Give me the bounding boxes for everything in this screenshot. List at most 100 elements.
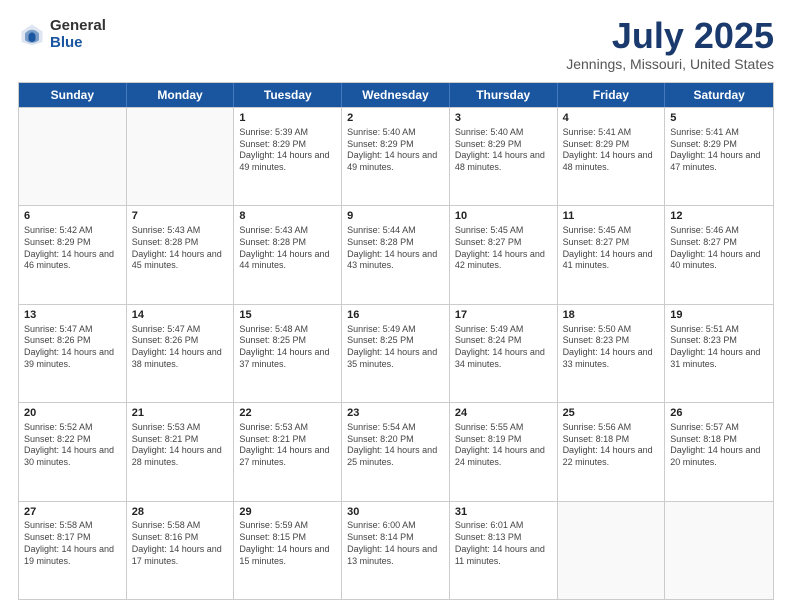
day-number: 5 xyxy=(670,111,768,126)
header-day-wednesday: Wednesday xyxy=(342,83,450,107)
calendar-cell xyxy=(127,108,235,205)
cell-text: Sunrise: 5:41 AMSunset: 8:29 PMDaylight:… xyxy=(670,127,768,174)
day-number: 19 xyxy=(670,308,768,323)
calendar-cell: 8Sunrise: 5:43 AMSunset: 8:28 PMDaylight… xyxy=(234,206,342,303)
cell-text: Sunrise: 5:42 AMSunset: 8:29 PMDaylight:… xyxy=(24,225,121,272)
cell-text: Sunrise: 6:00 AMSunset: 8:14 PMDaylight:… xyxy=(347,520,444,567)
calendar-cell xyxy=(19,108,127,205)
cell-text: Sunrise: 5:52 AMSunset: 8:22 PMDaylight:… xyxy=(24,422,121,469)
logo-text: General Blue xyxy=(50,18,106,51)
calendar-cell: 7Sunrise: 5:43 AMSunset: 8:28 PMDaylight… xyxy=(127,206,235,303)
day-number: 31 xyxy=(455,505,552,520)
calendar-cell: 28Sunrise: 5:58 AMSunset: 8:16 PMDayligh… xyxy=(127,502,235,599)
logo-icon xyxy=(18,21,46,49)
cell-text: Sunrise: 5:53 AMSunset: 8:21 PMDaylight:… xyxy=(239,422,336,469)
day-number: 28 xyxy=(132,505,229,520)
cell-text: Sunrise: 5:50 AMSunset: 8:23 PMDaylight:… xyxy=(563,324,660,371)
header-day-sunday: Sunday xyxy=(19,83,127,107)
cell-text: Sunrise: 5:56 AMSunset: 8:18 PMDaylight:… xyxy=(563,422,660,469)
header-day-thursday: Thursday xyxy=(450,83,558,107)
day-number: 15 xyxy=(239,308,336,323)
day-number: 17 xyxy=(455,308,552,323)
day-number: 7 xyxy=(132,209,229,224)
calendar-cell: 10Sunrise: 5:45 AMSunset: 8:27 PMDayligh… xyxy=(450,206,558,303)
calendar-cell: 12Sunrise: 5:46 AMSunset: 8:27 PMDayligh… xyxy=(665,206,773,303)
calendar-cell: 25Sunrise: 5:56 AMSunset: 8:18 PMDayligh… xyxy=(558,403,666,500)
calendar-row-4: 20Sunrise: 5:52 AMSunset: 8:22 PMDayligh… xyxy=(19,402,773,500)
calendar-cell: 5Sunrise: 5:41 AMSunset: 8:29 PMDaylight… xyxy=(665,108,773,205)
calendar-cell: 1Sunrise: 5:39 AMSunset: 8:29 PMDaylight… xyxy=(234,108,342,205)
cell-text: Sunrise: 5:53 AMSunset: 8:21 PMDaylight:… xyxy=(132,422,229,469)
calendar-cell: 21Sunrise: 5:53 AMSunset: 8:21 PMDayligh… xyxy=(127,403,235,500)
calendar-cell: 17Sunrise: 5:49 AMSunset: 8:24 PMDayligh… xyxy=(450,305,558,402)
page: General Blue July 2025 Jennings, Missour… xyxy=(0,0,792,612)
cell-text: Sunrise: 5:39 AMSunset: 8:29 PMDaylight:… xyxy=(239,127,336,174)
logo-general: General xyxy=(50,18,106,35)
cell-text: Sunrise: 5:57 AMSunset: 8:18 PMDaylight:… xyxy=(670,422,768,469)
calendar-cell: 26Sunrise: 5:57 AMSunset: 8:18 PMDayligh… xyxy=(665,403,773,500)
cell-text: Sunrise: 5:51 AMSunset: 8:23 PMDaylight:… xyxy=(670,324,768,371)
calendar-cell: 6Sunrise: 5:42 AMSunset: 8:29 PMDaylight… xyxy=(19,206,127,303)
day-number: 3 xyxy=(455,111,552,126)
calendar-cell: 30Sunrise: 6:00 AMSunset: 8:14 PMDayligh… xyxy=(342,502,450,599)
day-number: 4 xyxy=(563,111,660,126)
header-day-saturday: Saturday xyxy=(665,83,773,107)
day-number: 26 xyxy=(670,406,768,421)
calendar-cell: 24Sunrise: 5:55 AMSunset: 8:19 PMDayligh… xyxy=(450,403,558,500)
calendar-row-2: 6Sunrise: 5:42 AMSunset: 8:29 PMDaylight… xyxy=(19,205,773,303)
day-number: 11 xyxy=(563,209,660,224)
cell-text: Sunrise: 5:40 AMSunset: 8:29 PMDaylight:… xyxy=(347,127,444,174)
calendar-body: 1Sunrise: 5:39 AMSunset: 8:29 PMDaylight… xyxy=(19,107,773,599)
calendar-cell: 11Sunrise: 5:45 AMSunset: 8:27 PMDayligh… xyxy=(558,206,666,303)
day-number: 6 xyxy=(24,209,121,224)
cell-text: Sunrise: 5:48 AMSunset: 8:25 PMDaylight:… xyxy=(239,324,336,371)
logo-blue: Blue xyxy=(50,35,106,52)
cell-text: Sunrise: 5:47 AMSunset: 8:26 PMDaylight:… xyxy=(132,324,229,371)
day-number: 18 xyxy=(563,308,660,323)
cell-text: Sunrise: 5:55 AMSunset: 8:19 PMDaylight:… xyxy=(455,422,552,469)
header-day-monday: Monday xyxy=(127,83,235,107)
header-day-friday: Friday xyxy=(558,83,666,107)
header: General Blue July 2025 Jennings, Missour… xyxy=(18,18,774,72)
cell-text: Sunrise: 5:41 AMSunset: 8:29 PMDaylight:… xyxy=(563,127,660,174)
logo: General Blue xyxy=(18,18,106,51)
calendar: SundayMondayTuesdayWednesdayThursdayFrid… xyxy=(18,82,774,600)
cell-text: Sunrise: 5:40 AMSunset: 8:29 PMDaylight:… xyxy=(455,127,552,174)
day-number: 27 xyxy=(24,505,121,520)
calendar-cell: 2Sunrise: 5:40 AMSunset: 8:29 PMDaylight… xyxy=(342,108,450,205)
day-number: 2 xyxy=(347,111,444,126)
cell-text: Sunrise: 5:47 AMSunset: 8:26 PMDaylight:… xyxy=(24,324,121,371)
calendar-cell xyxy=(558,502,666,599)
calendar-cell: 4Sunrise: 5:41 AMSunset: 8:29 PMDaylight… xyxy=(558,108,666,205)
calendar-cell: 14Sunrise: 5:47 AMSunset: 8:26 PMDayligh… xyxy=(127,305,235,402)
day-number: 8 xyxy=(239,209,336,224)
calendar-cell: 29Sunrise: 5:59 AMSunset: 8:15 PMDayligh… xyxy=(234,502,342,599)
calendar-row-3: 13Sunrise: 5:47 AMSunset: 8:26 PMDayligh… xyxy=(19,304,773,402)
cell-text: Sunrise: 6:01 AMSunset: 8:13 PMDaylight:… xyxy=(455,520,552,567)
day-number: 24 xyxy=(455,406,552,421)
day-number: 21 xyxy=(132,406,229,421)
cell-text: Sunrise: 5:58 AMSunset: 8:16 PMDaylight:… xyxy=(132,520,229,567)
day-number: 20 xyxy=(24,406,121,421)
calendar-row-1: 1Sunrise: 5:39 AMSunset: 8:29 PMDaylight… xyxy=(19,107,773,205)
location: Jennings, Missouri, United States xyxy=(566,56,774,72)
day-number: 9 xyxy=(347,209,444,224)
cell-text: Sunrise: 5:46 AMSunset: 8:27 PMDaylight:… xyxy=(670,225,768,272)
calendar-cell: 19Sunrise: 5:51 AMSunset: 8:23 PMDayligh… xyxy=(665,305,773,402)
cell-text: Sunrise: 5:58 AMSunset: 8:17 PMDaylight:… xyxy=(24,520,121,567)
calendar-cell: 27Sunrise: 5:58 AMSunset: 8:17 PMDayligh… xyxy=(19,502,127,599)
day-number: 13 xyxy=(24,308,121,323)
calendar-cell: 18Sunrise: 5:50 AMSunset: 8:23 PMDayligh… xyxy=(558,305,666,402)
calendar-cell: 31Sunrise: 6:01 AMSunset: 8:13 PMDayligh… xyxy=(450,502,558,599)
day-number: 23 xyxy=(347,406,444,421)
day-number: 22 xyxy=(239,406,336,421)
calendar-cell: 20Sunrise: 5:52 AMSunset: 8:22 PMDayligh… xyxy=(19,403,127,500)
header-day-tuesday: Tuesday xyxy=(234,83,342,107)
cell-text: Sunrise: 5:45 AMSunset: 8:27 PMDaylight:… xyxy=(455,225,552,272)
day-number: 10 xyxy=(455,209,552,224)
month-title: July 2025 xyxy=(566,18,774,54)
day-number: 14 xyxy=(132,308,229,323)
day-number: 29 xyxy=(239,505,336,520)
calendar-cell: 13Sunrise: 5:47 AMSunset: 8:26 PMDayligh… xyxy=(19,305,127,402)
cell-text: Sunrise: 5:59 AMSunset: 8:15 PMDaylight:… xyxy=(239,520,336,567)
